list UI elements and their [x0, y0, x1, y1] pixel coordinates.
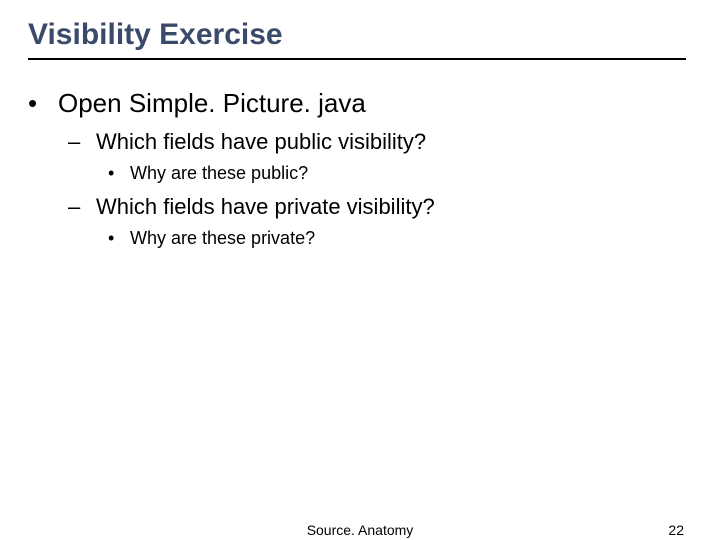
- slide-title: Visibility Exercise: [0, 0, 720, 58]
- title-underline: [28, 58, 686, 60]
- bullet-dash-icon: –: [68, 194, 96, 220]
- bullet-level-3: • Why are these public?: [108, 163, 720, 184]
- footer-page-number: 22: [668, 522, 684, 538]
- bullet-level-3: • Why are these private?: [108, 228, 720, 249]
- bullet-text: Why are these private?: [130, 228, 315, 249]
- bullet-dot-icon: •: [108, 228, 130, 249]
- bullet-text: Which fields have public visibility?: [96, 129, 426, 155]
- bullet-level-1: • Open Simple. Picture. java: [28, 88, 720, 119]
- bullet-dot-icon: •: [28, 88, 58, 119]
- bullet-level-2: – Which fields have private visibility?: [68, 194, 720, 220]
- bullet-level-2: – Which fields have public visibility?: [68, 129, 720, 155]
- slide-content: • Open Simple. Picture. java – Which fie…: [0, 88, 720, 249]
- bullet-text: Which fields have private visibility?: [96, 194, 435, 220]
- bullet-dot-icon: •: [108, 163, 130, 184]
- bullet-dash-icon: –: [68, 129, 96, 155]
- bullet-text: Why are these public?: [130, 163, 308, 184]
- bullet-text: Open Simple. Picture. java: [58, 88, 366, 119]
- footer-center-text: Source. Anatomy: [307, 522, 414, 538]
